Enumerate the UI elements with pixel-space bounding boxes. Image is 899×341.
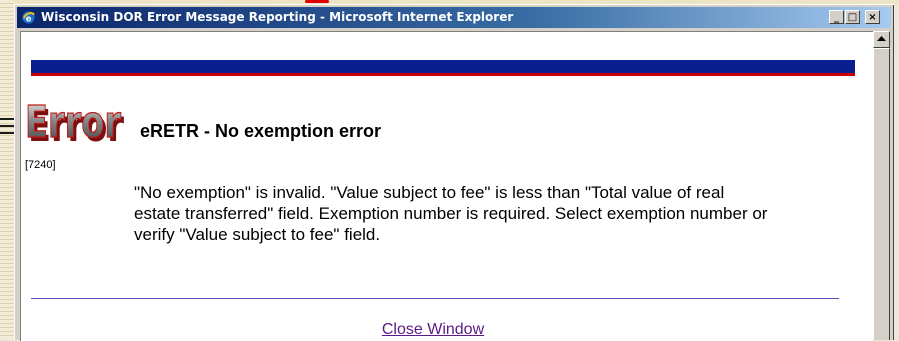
- page-content: Error Error eRETR - No exemption error […: [20, 31, 873, 341]
- window-title: Wisconsin DOR Error Message Reporting - …: [41, 10, 514, 24]
- scroll-up-button[interactable]: [873, 31, 890, 48]
- ie-icon: e: [22, 11, 35, 24]
- page-title: eRETR - No exemption error: [140, 121, 382, 141]
- scroll-thumb[interactable]: [873, 48, 890, 340]
- vertical-scrollbar[interactable]: [873, 31, 890, 340]
- header-bar-blue: [31, 60, 855, 73]
- svg-text:e: e: [26, 13, 32, 23]
- close-icon: ×: [868, 12, 877, 23]
- header-bar-red: [31, 73, 855, 76]
- maximize-button[interactable]: □: [845, 10, 860, 24]
- arrow-up-icon: [877, 36, 886, 41]
- close-button[interactable]: ×: [865, 10, 880, 24]
- maximize-icon: □: [847, 12, 858, 23]
- background-red-mark: [305, 0, 329, 3]
- minimize-icon: _: [834, 12, 839, 23]
- error-code: [7240]: [25, 159, 56, 171]
- close-window-link[interactable]: Close Window: [21, 321, 845, 339]
- error-message: "No exemption" is invalid. "Value subjec…: [134, 183, 768, 244]
- logo-text: Error: [25, 97, 121, 148]
- ie-window: e Wisconsin DOR Error Message Reporting …: [14, 4, 894, 341]
- error-logo: Error Error: [25, 96, 124, 152]
- title-bar[interactable]: e Wisconsin DOR Error Message Reporting …: [17, 7, 891, 28]
- minimize-button[interactable]: _: [829, 10, 844, 24]
- background-left-strip: [0, 0, 14, 339]
- divider: [31, 298, 839, 299]
